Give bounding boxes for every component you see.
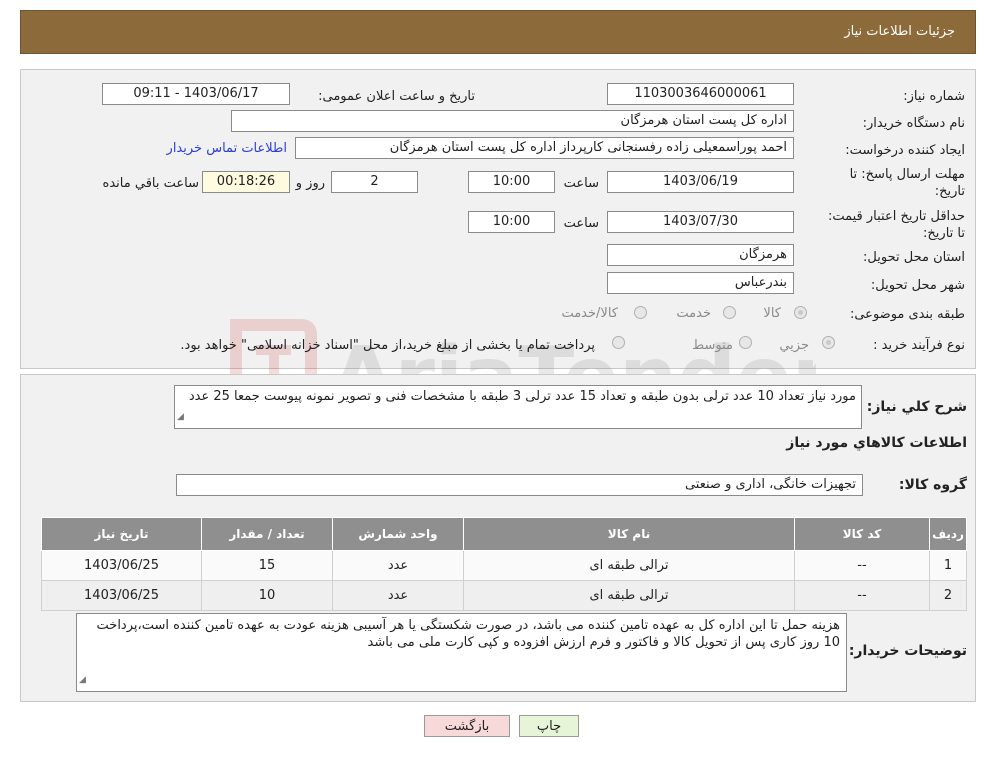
goods-group-label: گروه کالا: (898, 477, 967, 493)
validity-label: حداقل تاریخ اعتبار قیمت: تا تاریخ: (827, 209, 965, 241)
cell-need-date: 1403/06/25 (41, 580, 202, 611)
cell-quantity: 10 (201, 580, 333, 611)
cell-name: ترالی طبقه ای (463, 550, 795, 581)
deadline-time-field: 10:00 (468, 171, 555, 193)
buyer-notes-text: هزینه حمل تا این اداره کل به عهده تامین … (96, 618, 840, 650)
cell-row: 2 (929, 580, 967, 611)
need-number-label: شماره نیاز: (903, 89, 965, 104)
col-quantity: تعداد / مقدار (201, 517, 333, 551)
requester-label: ایجاد کننده درخواست: (845, 143, 965, 158)
goods-table: ردیف کد کالا نام کالا واحد شمارش تعداد /… (41, 517, 967, 611)
category-option-service: خدمت (676, 306, 711, 321)
days-label: روز و (295, 176, 325, 191)
need-info-panel: AriaTender.neT شماره نیاز: 1103003646000… (20, 69, 976, 425)
province-field: هرمزگان (607, 244, 794, 266)
purchase-note: پرداخت تمام یا بخشی از مبلغ خرید،از محل … (180, 338, 595, 353)
table-row: 2 -- ترالی طبقه ای عدد 10 1403/06/25 (41, 580, 967, 611)
remaining-time-field: 00:18:26 (202, 171, 290, 193)
validity-time-label: ساعت (563, 216, 599, 231)
category-label: طبقه بندی موضوعی: (849, 307, 965, 322)
announce-label: تاریخ و ساعت اعلان عمومی: (318, 89, 475, 104)
category-option-goods: کالا (763, 306, 781, 321)
category-radio-goods[interactable] (794, 306, 807, 319)
page-header: جزئیات اطلاعات نیاز (20, 10, 976, 54)
col-code: کد کالا (794, 517, 930, 551)
treasury-checkbox[interactable] (612, 336, 625, 349)
buyer-notes-label: توضیحات خریدار: (848, 643, 967, 659)
announce-datetime-field: 1403/06/17 - 09:11 (102, 83, 290, 105)
requester-field: احمد پوراسمعیلی زاده رفسنجانی کارپرداز ا… (295, 137, 794, 159)
summary-label: شرح کلي نیاز: (866, 399, 967, 415)
page-title: جزئیات اطلاعات نیاز (844, 24, 955, 39)
table-row: 1 -- ترالی طبقه ای عدد 15 1403/06/25 (41, 550, 967, 581)
goods-group-field: تجهیزات خانگی، اداری و صنعتی (176, 474, 863, 496)
validity-date-field: 1403/07/30 (607, 211, 794, 233)
purchase-radio-minor[interactable] (822, 336, 835, 349)
validity-time-field: 10:00 (468, 211, 555, 233)
category-option-goods-service: کالا/خدمت (561, 306, 618, 321)
purchase-option-medium: متوسط (692, 338, 733, 353)
purchase-type-label: نوع فرآیند خرید : (873, 338, 965, 353)
summary-textarea[interactable]: مورد نیاز تعداد 10 عدد ترلی بدون طبقه و … (174, 385, 862, 429)
cell-need-date: 1403/06/25 (41, 550, 202, 581)
resize-grip-icon[interactable]: ◢ (177, 409, 184, 426)
col-need-date: تاریخ نیاز (41, 517, 202, 551)
days-field: 2 (331, 171, 418, 193)
cell-code: -- (794, 580, 930, 611)
buyer-org-label: نام دستگاه خریدار: (862, 116, 965, 131)
cell-code: -- (794, 550, 930, 581)
buyer-org-field: اداره کل پست استان هرمزگان (231, 110, 794, 132)
goods-info-title: اطلاعات کالاهاي مورد نیاز (786, 435, 967, 451)
cell-unit: عدد (332, 550, 464, 581)
purchase-radio-medium[interactable] (739, 336, 752, 349)
deadline-time-label: ساعت (563, 176, 599, 191)
need-number-field: 1103003646000061 (607, 83, 794, 105)
resize-grip-icon[interactable]: ◢ (79, 672, 86, 689)
city-label: شهر محل تحویل: (870, 278, 965, 293)
print-button[interactable]: چاپ (519, 715, 579, 737)
col-unit: واحد شمارش (332, 517, 464, 551)
city-field: بندرعباس (607, 272, 794, 294)
col-row: ردیف (929, 517, 967, 551)
purchase-option-minor: جزیي (779, 338, 809, 353)
deadline-date-field: 1403/06/19 (607, 171, 794, 193)
goods-table-header: ردیف کد کالا نام کالا واحد شمارش تعداد /… (41, 517, 967, 551)
cell-quantity: 15 (201, 550, 333, 581)
province-label: استان محل تحویل: (863, 250, 965, 265)
need-details-panel: شرح کلي نیاز: مورد نیاز تعداد 10 عدد ترل… (20, 374, 976, 702)
summary-text: مورد نیاز تعداد 10 عدد ترلی بدون طبقه و … (188, 389, 856, 404)
deadline-label: مهلت ارسال پاسخ: تا تاریخ: (849, 167, 965, 199)
category-radio-service[interactable] (723, 306, 736, 319)
back-button[interactable]: بازگشت (424, 715, 510, 737)
remaining-label: ساعت باقي مانده (102, 176, 199, 191)
cell-row: 1 (929, 550, 967, 581)
cell-name: ترالی طبقه ای (463, 580, 795, 611)
category-radio-goods-service[interactable] (634, 306, 647, 319)
buyer-contact-link[interactable]: اطلاعات تماس خریدار (167, 141, 287, 156)
cell-unit: عدد (332, 580, 464, 611)
buyer-notes-textarea[interactable]: هزینه حمل تا این اداره کل به عهده تامین … (76, 613, 847, 692)
col-name: نام کالا (463, 517, 795, 551)
